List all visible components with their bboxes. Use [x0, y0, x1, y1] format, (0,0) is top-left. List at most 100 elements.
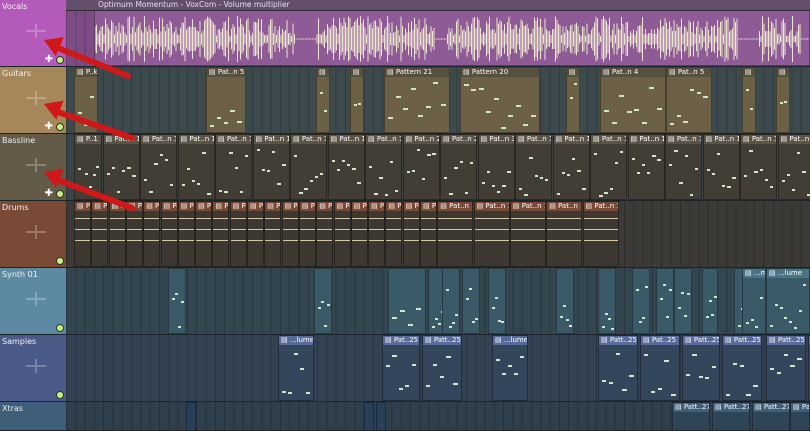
pattern-clip[interactable]: ▤ Patt..25 — [422, 335, 462, 401]
pattern-clip[interactable]: ▤ Patt..25 — [598, 335, 638, 401]
pattern-clip[interactable]: ▤ Pat..25 — [382, 335, 420, 401]
pattern-clip[interactable]: ▤ Pa — [333, 201, 351, 267]
pattern-clip[interactable] — [702, 268, 718, 334]
pattern-clip[interactable]: ▤ Pat..n 1 — [177, 134, 215, 200]
pattern-clip[interactable]: ▤ Pat..n 4 — [600, 67, 666, 133]
pattern-clip[interactable]: ▤ Pa — [316, 201, 334, 267]
pattern-clip[interactable]: ▤ Pa — [160, 201, 178, 267]
pattern-clip[interactable]: ▤ Pa — [298, 201, 316, 267]
pattern-clip[interactable] — [186, 402, 196, 430]
pattern-clip[interactable]: ▤ Pat..n 1 — [546, 201, 583, 267]
pattern-clip[interactable]: ▤ Pat..25 — [640, 335, 680, 401]
track-header-bassline[interactable]: Bassline ✚ — [0, 134, 66, 201]
pattern-clip[interactable]: ▤ P..k — [74, 67, 98, 133]
mute-led-icon[interactable] — [56, 324, 64, 332]
mute-led-icon[interactable] — [56, 190, 64, 198]
pattern-clip[interactable] — [442, 268, 460, 334]
mute-led-icon[interactable] — [56, 123, 64, 131]
audio-clip-vocals[interactable] — [94, 10, 810, 66]
track-header-samples[interactable]: Samples — [0, 335, 66, 402]
pattern-clip[interactable]: ▤ — [350, 67, 364, 133]
pattern-clip[interactable]: ▤ Pat..n 2 — [440, 134, 477, 200]
pattern-clip[interactable]: ▤ Pa — [402, 201, 420, 267]
pattern-clip[interactable]: ▤ Patt..27 — [790, 402, 810, 430]
pattern-clip[interactable]: ▤ Pa — [195, 201, 213, 267]
pattern-clip[interactable]: ▤ Pat..n 1 — [552, 134, 590, 200]
pattern-clip[interactable]: ▤ Pa — [229, 201, 247, 267]
pattern-clip[interactable] — [488, 268, 506, 334]
pattern-clip[interactable]: ▤ Pat..n 1 — [437, 201, 474, 267]
pattern-clip[interactable]: ▤ — [742, 67, 756, 133]
mute-led-icon[interactable] — [56, 257, 64, 265]
pattern-clip[interactable]: ▤ Pat..n 1 — [365, 134, 402, 200]
pattern-clip[interactable]: ▤ Pa — [212, 201, 230, 267]
track-header-vocals[interactable]: Vocals ✚ — [0, 0, 66, 67]
pattern-clip[interactable]: ▤ Pa — [264, 201, 282, 267]
pattern-clip[interactable] — [168, 268, 186, 334]
pattern-clip[interactable] — [462, 268, 480, 334]
pattern-clip[interactable]: ▤ Pattern 20 — [460, 67, 540, 133]
automation-clip[interactable]: ▤ ...lume — [766, 268, 810, 334]
pattern-clip[interactable]: ▤ Pat..n 5 — [666, 67, 712, 133]
pattern-clip[interactable]: ▤ Pa — [420, 201, 437, 267]
plus-icon[interactable]: ✚ — [45, 55, 53, 65]
audio-clip-titlebar[interactable]: Optimum Momentum - VoxCom - Volume multi… — [66, 0, 810, 11]
pattern-clip[interactable]: ▤ Pat..n 1 — [509, 201, 546, 267]
pattern-clip[interactable]: ▤ Pa — [247, 201, 264, 267]
pattern-clip[interactable]: ▤ Pat..n 1 — [473, 201, 510, 267]
pattern-clip[interactable]: ▤ Pa — [368, 201, 386, 267]
pattern-clip[interactable]: ▤ Patt..27 — [752, 402, 790, 430]
pattern-clip[interactable] — [674, 268, 692, 334]
pattern-clip[interactable]: ▤ Pat..n 1 — [290, 134, 327, 200]
pattern-clip[interactable]: ▤ Pa — [91, 201, 109, 267]
pattern-clip[interactable]: ▤ Pat..n 1 — [582, 201, 619, 267]
pattern-clip[interactable] — [598, 268, 616, 334]
pattern-clip[interactable]: ▤ Pat..n 1 — [627, 134, 665, 200]
pattern-clip[interactable]: ▤ Pat..n 1 — [665, 134, 702, 200]
pattern-clip[interactable] — [376, 402, 386, 430]
pattern-clip[interactable]: ▤ Patt..27 — [672, 402, 710, 430]
track-header-synth-01[interactable]: Synth 01 — [0, 268, 66, 335]
pattern-clip[interactable]: ▤ Pat..n 1 — [102, 134, 140, 200]
pattern-clip[interactable]: ▤ Pat..n 1 — [590, 134, 627, 200]
pattern-clip[interactable] — [632, 268, 650, 334]
pattern-clip[interactable]: ▤ — [776, 67, 790, 133]
pattern-clip[interactable]: ▤ Pattern 21 — [384, 67, 450, 133]
pattern-clip[interactable]: ▤ Pa — [385, 201, 403, 267]
pattern-clip[interactable] — [314, 268, 332, 334]
pattern-clip[interactable]: ▤ Pat..n 2 — [402, 134, 440, 200]
pattern-clip[interactable] — [388, 268, 426, 334]
pattern-clip[interactable]: ▤ Pat..n 1 — [252, 134, 290, 200]
pattern-clip[interactable]: ▤ Pa — [177, 201, 195, 267]
track-header-drums[interactable]: Drums — [0, 201, 66, 268]
pattern-clip[interactable]: ▤ Pat..n 1 — [215, 134, 252, 200]
mute-led-icon[interactable] — [56, 56, 64, 64]
pattern-clip[interactable]: ▤ Patt..25 — [722, 335, 762, 401]
pattern-clip[interactable]: ▤ Pat..n 5 — [206, 67, 246, 133]
mute-led-icon[interactable] — [56, 391, 64, 399]
pattern-clip[interactable]: ▤ Pat..n 1 — [777, 134, 810, 200]
pattern-clip[interactable]: ▤ ...lume — [492, 335, 528, 401]
pattern-clip[interactable]: ▤ Pa — [350, 201, 368, 267]
pattern-clip[interactable]: ▤ — [316, 67, 330, 133]
pattern-clip[interactable]: ▤ Pat..n 1 — [327, 134, 365, 200]
pattern-clip[interactable]: ▤ ...lume — [278, 335, 314, 401]
plus-icon[interactable]: ✚ — [45, 122, 53, 132]
pattern-clip[interactable]: ▤ Pa — [108, 201, 126, 267]
pattern-clip[interactable]: ▤ Pat..n 1 — [702, 134, 740, 200]
pattern-clip[interactable] — [656, 268, 674, 334]
pattern-clip[interactable]: ▤ P..1 — [74, 134, 102, 200]
plus-icon[interactable]: ✚ — [45, 189, 53, 199]
pattern-clip[interactable]: ▤ Patt..27 — [712, 402, 750, 430]
track-header-guitars[interactable]: Guitars ✚ — [0, 67, 66, 134]
pattern-clip[interactable]: ▤ Pa — [281, 201, 299, 267]
pattern-clip[interactable]: ▤ Pa — [125, 201, 143, 267]
pattern-clip[interactable]: ▤ Pa — [143, 201, 161, 267]
pattern-clip[interactable]: ▤ Pa — [74, 201, 91, 267]
automation-clip[interactable]: ▤ ...me — [742, 268, 766, 334]
pattern-clip[interactable]: ▤ Pat..n 1 — [140, 134, 177, 200]
pattern-clip[interactable]: ▤ Pat..n 3 — [477, 134, 515, 200]
pattern-clip[interactable]: ▤ — [566, 67, 580, 133]
pattern-clip[interactable] — [556, 268, 574, 334]
pattern-clip[interactable]: ▤ Pat..n 1 — [515, 134, 552, 200]
